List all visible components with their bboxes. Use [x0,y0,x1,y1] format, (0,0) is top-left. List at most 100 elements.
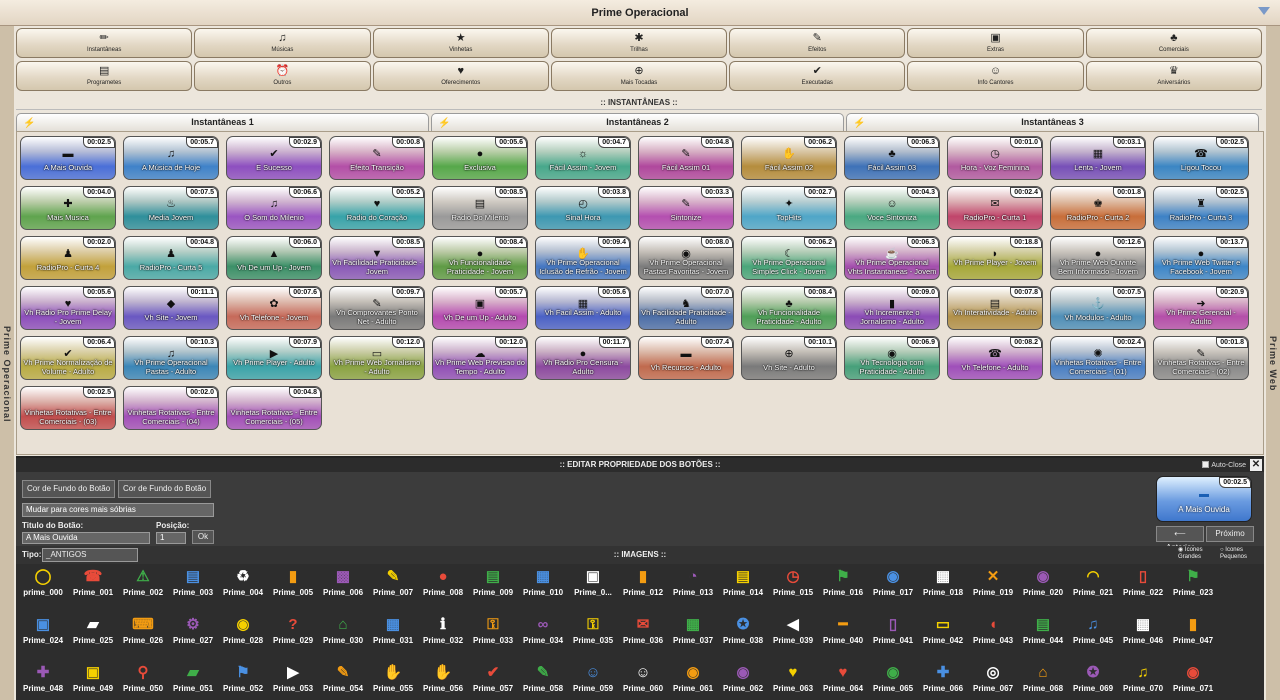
image-item[interactable]: ◔ Prime_013 [668,566,718,612]
large-icons-radio[interactable]: ◉ [1178,547,1185,553]
instant-button[interactable]: 00:06.4 ✔ Vh Prime Normalização de Volume … [20,336,116,380]
auto-close-checkbox[interactable] [1202,461,1210,468]
ok-button[interactable]: Ok [192,530,214,544]
instant-button[interactable]: 00:20.9 ➜ Vh Prime Gerencial - Adulto [1153,286,1249,330]
category-button[interactable]: ♥ Oferecimentos [372,61,549,91]
instant-button[interactable]: 00:06.2 ✋ Fácil Assim 02 [741,136,837,180]
instant-button[interactable]: 00:09.7 ✎ Vh Comprovantes Ponto Net - Adul… [329,286,425,330]
instant-button[interactable]: 00:03.3 ✎ Sintonize [638,186,734,230]
image-item[interactable]: ◖ Prime_043 [968,614,1018,660]
instant-button[interactable]: 00:07.9 ▶ Vh Prime Player - Adulto [226,336,322,380]
instant-button[interactable]: 00:06.2 ☾ Vh Prime Operacional Simples Cli… [741,236,837,280]
instant-button[interactable]: 00:03.1 ▦ Lenta - Jovem [1050,136,1146,180]
image-item[interactable]: ℹ Prime_032 [418,614,468,660]
large-icons-option[interactable]: ◉ Icones Grandes [1178,547,1218,561]
instant-button[interactable]: 00:04.8 ✎ Fácil Assim 01 [638,136,734,180]
next-button[interactable]: Próximo ⟶ [1206,526,1254,552]
instant-button[interactable]: 00:02.4 ✺ Vinhetas Rotativas - Entre Comer… [1050,336,1146,380]
image-item[interactable]: ◉ Prime_062 [718,662,768,700]
image-item[interactable]: ▣ Prime_049 [68,662,118,700]
image-item[interactable]: ▮ Prime_047 [1168,614,1218,660]
image-item[interactable]: ▣ Prime_0... [568,566,618,612]
category-button[interactable]: ☺ Info Cantores [907,61,1084,91]
image-item[interactable]: ☺ Prime_059 [568,662,618,700]
instant-button[interactable]: 00:01.8 ✎ Vinhetas Rotativas - Entre Comer… [1153,336,1249,380]
instant-button[interactable]: 00:01.8 ♚ RadioPro - Curta 2 [1050,186,1146,230]
image-item[interactable]: ♫ Prime_045 [1068,614,1118,660]
image-item[interactable]: ▶ Prime_053 [268,662,318,700]
category-button[interactable]: ♣ Comerciais [1085,28,1262,58]
instant-button[interactable]: 00:02.0 Vinhetas Rotativas - Entre Comerc… [123,386,219,430]
instant-button[interactable]: 00:12.0 ▭ Vh Prime Web Jornalismo - Adulto [329,336,425,380]
category-button[interactable]: ⏰ Outros [194,61,371,91]
auto-close-toggle[interactable]: Auto-Close [1202,459,1246,473]
instant-button[interactable]: 00:07.0 ♞ Vh Facilidade Praticidade - Adul… [638,286,734,330]
image-item[interactable]: ▤ Prime_014 [718,566,768,612]
instant-button[interactable]: 00:04.0 ✚ Mais Musica [20,186,116,230]
instant-button[interactable]: 00:03.8 ◴ Sinal Hora [535,186,631,230]
instant-button[interactable]: 00:05.7 ▣ Vh De um Up - Adulto [432,286,528,330]
image-item[interactable]: ✉ Prime_036 [618,614,668,660]
image-item[interactable]: ⌨ Prime_026 [118,614,168,660]
instant-button[interactable]: 00:05.6 ▦ Vh Facil Assim - Adulto [535,286,631,330]
image-item[interactable]: ⚿ Prime_033 [468,614,518,660]
instant-button[interactable]: 00:08.2 ☎ Vh Telefone - Adulto [947,336,1043,380]
bg-color-button-2[interactable]: Cor de Fundo do Botão [118,480,212,498]
instant-button[interactable]: 00:07.5 ⚓ Vh Modulos - Adulto [1050,286,1146,330]
instant-button[interactable]: 00:07.8 ▤ Vh Interatividade - Adulto [947,286,1043,330]
image-item[interactable]: ▮ Prime_012 [618,566,668,612]
instant-button[interactable]: 00:02.4 ✉ RadioPro - Curta 1 [947,186,1043,230]
close-icon[interactable]: ✕ [1250,459,1262,471]
image-item[interactable]: ▯ Prime_022 [1118,566,1168,612]
image-item[interactable]: ✚ Prime_066 [918,662,968,700]
image-item[interactable]: ▦ Prime_010 [518,566,568,612]
image-item[interactable]: ✚ Prime_048 [18,662,68,700]
instant-button[interactable]: 00:01.0 ◷ Hora - Voz Feminina [947,136,1043,180]
image-item[interactable]: ✕ Prime_019 [968,566,1018,612]
image-item[interactable]: ⚠ Prime_002 [118,566,168,612]
image-item[interactable]: ⚑ Prime_052 [218,662,268,700]
category-button[interactable]: ▤ Programetes [16,61,193,91]
image-item[interactable]: ⚑ Prime_016 [818,566,868,612]
image-item[interactable]: ♥ Prime_063 [768,662,818,700]
image-item[interactable]: ✎ Prime_054 [318,662,368,700]
image-item[interactable]: ◷ Prime_015 [768,566,818,612]
preview-button[interactable]: 00:02.5 ▬ A Mais Ouvida [1156,476,1252,522]
image-item[interactable]: ◉ Prime_017 [868,566,918,612]
image-item[interactable]: ◉ Prime_065 [868,662,918,700]
image-item[interactable]: ♻ Prime_004 [218,566,268,612]
instant-button[interactable]: 00:13.7 ● Vh Prime Web Twitter e Facebook … [1153,236,1249,280]
theme-select[interactable]: Mudar para cores mais sóbrias [22,503,214,517]
image-item[interactable]: ◠ Prime_021 [1068,566,1118,612]
instant-button[interactable]: 00:12.6 ● Vh Prime Web Ouvinte Bem Informa… [1050,236,1146,280]
instant-button[interactable]: 00:18.8 ◗ Vh Prime Player - Jovem [947,236,1043,280]
instant-button[interactable]: 00:11.1 ◆ Vh Site - Jovem [123,286,219,330]
image-item[interactable]: ✎ Prime_058 [518,662,568,700]
instant-button[interactable]: 00:05.2 ♥ Radio do Coração [329,186,425,230]
instant-button[interactable]: 00:11.7 ● Vh Radio Pro Censura - Adulto [535,336,631,380]
image-item[interactable]: ▤ Prime_003 [168,566,218,612]
image-item[interactable]: ▣ Prime_024 [18,614,68,660]
image-item[interactable]: ▰ Prime_025 [68,614,118,660]
instant-button[interactable]: 00:02.0 ♟ RadioPro - Curta 4 [20,236,116,280]
instant-button[interactable]: 00:02.5 ♜ RadioPro - Curta 3 [1153,186,1249,230]
image-item[interactable]: ✪ Prime_038 [718,614,768,660]
image-item[interactable]: ◯ prime_000 [18,566,68,612]
image-item[interactable]: ● Prime_008 [418,566,468,612]
instant-button[interactable]: 00:06.3 ♣ Fácil Assim 03 [844,136,940,180]
image-item[interactable]: ✎ Prime_007 [368,566,418,612]
collapse-arrow-icon[interactable] [1258,7,1270,15]
instant-button[interactable]: 00:10.1 ⊕ Vh Site - Adulto [741,336,837,380]
instant-button[interactable]: 00:09.0 ▮ Vh Incremente o Jornalismo - Adu… [844,286,940,330]
category-button[interactable]: ✏ Instantâneas [16,28,193,58]
instant-button[interactable]: 00:02.5 ☎ Ligou Tocou [1153,136,1249,180]
image-item[interactable]: ▰ Prime_051 [168,662,218,700]
image-item[interactable]: ✪ Prime_069 [1068,662,1118,700]
instant-button[interactable]: 00:02.7 ✦ TopHits [741,186,837,230]
instant-button[interactable]: 00:08.5 ▤ Radio Do Milenio [432,186,528,230]
image-item[interactable]: ✋ Prime_056 [418,662,468,700]
instant-button[interactable]: 00:09.4 ✋ Vh Prime Operacional Iclusão de … [535,236,631,280]
image-item[interactable]: ? Prime_029 [268,614,318,660]
instant-button[interactable]: 00:04.8 Vinhetas Rotativas - Entre Comerc… [226,386,322,430]
small-icons-option[interactable]: ○ Icones Pequenos [1220,547,1264,561]
